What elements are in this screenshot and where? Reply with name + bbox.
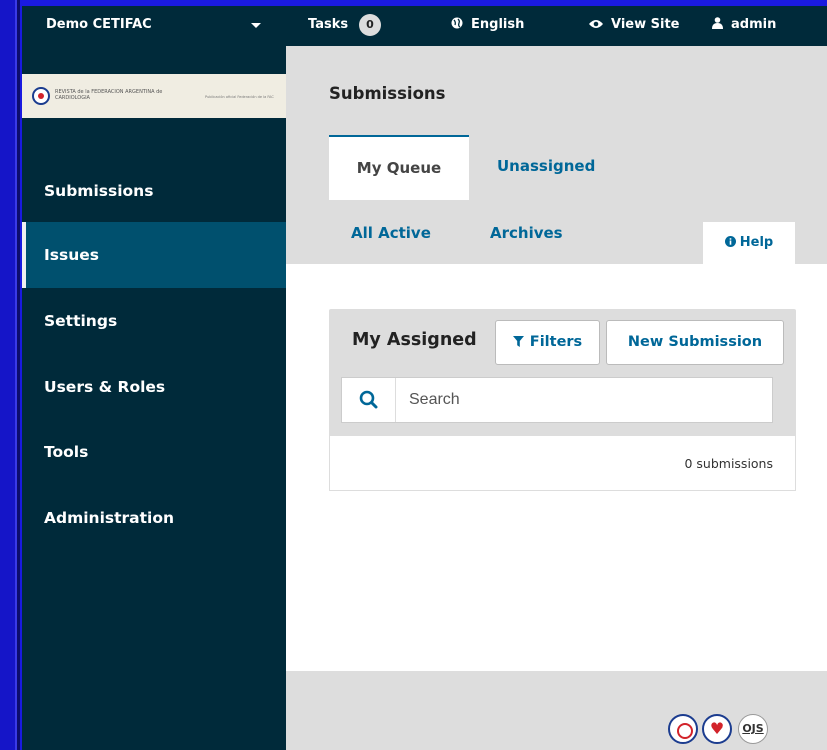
search-icon[interactable] <box>342 378 396 422</box>
view-site-label: View Site <box>611 17 680 32</box>
filters-button[interactable]: Filters <box>495 320 600 365</box>
language-label: English <box>471 17 525 32</box>
globe-icon <box>451 17 463 33</box>
sidebar-item-issues[interactable]: Issues <box>22 222 286 288</box>
top-bar: Demo CETIFAC Tasks 0 English View Site a… <box>22 6 827 46</box>
fac-seal-logo[interactable] <box>668 714 698 744</box>
user-label: admin <box>731 17 777 32</box>
browser-window: Demo CETIFAC Tasks 0 English View Site a… <box>22 6 827 750</box>
filters-label: Filters <box>529 334 583 350</box>
desktop-window-edge <box>0 0 22 750</box>
sidebar-item-users-roles[interactable]: Users & Roles <box>22 354 286 420</box>
user-menu[interactable]: admin <box>712 17 776 33</box>
filter-icon <box>512 322 524 365</box>
sidebar-item-submissions[interactable]: Submissions <box>22 158 286 224</box>
help-button[interactable]: Help <box>703 222 795 264</box>
sidebar-item-settings[interactable]: Settings <box>22 288 286 354</box>
view-site-link[interactable]: View Site <box>589 17 680 33</box>
ojs-logo[interactable]: OJS <box>738 714 768 744</box>
logo-subtext: Publicación oficial Federación de la FAC <box>205 95 274 99</box>
user-icon <box>712 17 723 33</box>
main-content: Submissions My Queue Unassigned All Acti… <box>286 46 827 750</box>
page-header: Submissions My Queue Unassigned All Acti… <box>286 46 827 264</box>
sidebar: REVISTA de la FEDERACION ARGENTINA de CA… <box>22 46 286 750</box>
my-assigned-panel: My Assigned Filters New Submission 0 sub… <box>329 309 796 491</box>
submissions-content: My Assigned Filters New Submission 0 sub… <box>286 264 827 671</box>
help-label: Help <box>739 235 774 250</box>
sidebar-item-administration[interactable]: Administration <box>22 485 286 551</box>
new-submission-button[interactable]: New Submission <box>606 320 784 365</box>
caret-down-icon[interactable] <box>251 23 261 28</box>
search-input[interactable] <box>397 378 772 422</box>
tasks-link[interactable]: Tasks <box>308 17 348 32</box>
submissions-count-bar: 0 submissions <box>329 436 796 491</box>
tab-all-active[interactable]: All Active <box>351 224 431 242</box>
heart-logo[interactable] <box>702 714 732 744</box>
panel-title: My Assigned <box>352 330 477 350</box>
tab-my-queue[interactable]: My Queue <box>329 135 469 200</box>
page-footer: OJS <box>286 671 827 750</box>
info-icon <box>724 223 736 265</box>
search-box <box>341 377 773 423</box>
tab-archives[interactable]: Archives <box>490 224 563 242</box>
language-menu[interactable]: English <box>451 17 524 33</box>
submissions-count: 0 submissions <box>684 456 773 471</box>
page-title: Submissions <box>329 84 446 103</box>
sidebar-item-tools[interactable]: Tools <box>22 419 286 485</box>
journal-logo[interactable]: REVISTA de la FEDERACION ARGENTINA de CA… <box>22 74 286 118</box>
tasks-count-badge[interactable]: 0 <box>359 14 381 36</box>
fac-seal-icon <box>32 87 50 105</box>
tab-unassigned[interactable]: Unassigned <box>497 157 595 175</box>
eye-icon <box>589 18 603 33</box>
logo-text: REVISTA de la FEDERACION ARGENTINA de CA… <box>55 89 163 101</box>
context-switcher[interactable]: Demo CETIFAC <box>46 17 152 32</box>
